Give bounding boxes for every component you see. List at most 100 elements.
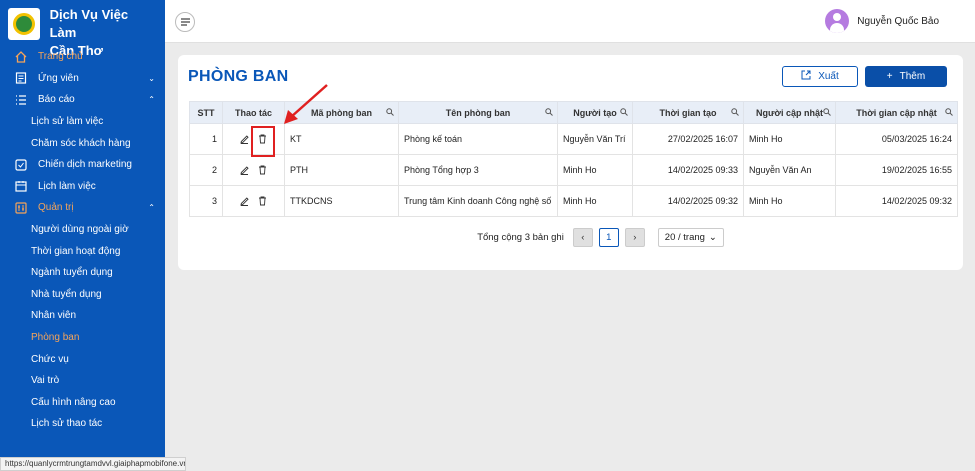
plus-icon: + [886,71,893,82]
sidebar-item-nguoi-dung-ngoai-gio[interactable]: Người dùng ngoài giờ [0,219,165,241]
table-cell: Minh Ho [743,123,836,155]
table-cell: 14/02/2025 09:32 [835,185,958,217]
page-1-button[interactable]: 1 [598,228,619,247]
chevron-down-icon: ⌄ [708,232,717,243]
chevron-left-icon: ‹ [581,232,585,243]
sidebar-item-label: Lịch làm việc [38,180,96,192]
sidebar-item-label: Lịch sử thao tác [31,418,103,430]
table-cell: Minh Ho [743,185,836,217]
sidebar-item-label: Chăm sóc khách hàng [31,137,131,149]
table-cell: Minh Ho [557,185,633,217]
table-cell: Phòng kế toán [398,123,558,155]
sidebar-item-ung-vien[interactable]: Ứng viên ⌄ [0,68,165,90]
chevron-right-icon: › [633,232,637,243]
sidebar-item-label: Trang chủ [38,51,83,63]
column-header: STT [189,101,223,124]
search-icon[interactable] [386,108,394,118]
table-cell: Minh Ho [557,154,633,186]
search-icon[interactable] [945,108,953,118]
user-menu[interactable]: Nguyễn Quốc Bảo [825,9,939,33]
table-row[interactable]: 3 TTKDCNS Trung tâm Kinh doanh Công nghệ s… [189,185,958,217]
edit-icon[interactable] [236,192,254,210]
annotation-arrow-icon [284,84,328,124]
next-page-button[interactable]: › [624,228,645,247]
sidebar-item-label: Ứng viên [38,72,79,84]
sidebar-item-vai-tro[interactable]: Vai trò [0,370,165,392]
list-icon [14,93,28,107]
sidebar-item-cau-hinh-nang-cao[interactable]: Cấu hình nâng cao [0,392,165,414]
sidebar-item-label: Chiến dịch marketing [38,159,132,171]
sidebar-item-phong-ban[interactable]: Phòng ban [0,327,165,349]
home-icon [14,50,28,64]
status-url: https://quanlycrmtrungtamdvvl.giaiphapmo… [0,457,186,471]
sidebar-item-label: Quản trị [38,202,74,214]
table-body: 1 KT Phòng kế toán Nguyễn Văn Trí 27/02/2025… [189,123,958,217]
page-size-select[interactable]: 20 / trang ⌄ [657,228,724,247]
delete-icon[interactable] [254,192,272,210]
delete-icon[interactable] [254,161,272,179]
marketing-icon [14,158,28,172]
column-header: Người cập nhật [743,101,836,124]
sidebar-item-label: Báo cáo [38,94,75,106]
prev-page-button[interactable]: ‹ [572,228,593,247]
sidebar-item-lich-lam-viec[interactable]: Lịch làm việc [0,176,165,198]
sidebar: Dịch Vụ Việc Làm Cần Thơ Trang chủ Ứng vi… [0,0,165,471]
table-cell: Nguyễn Văn Trí [557,123,633,155]
sidebar-item-chien-dich-marketing[interactable]: Chiến dịch marketing [0,154,165,176]
export-icon [801,70,811,83]
table-cell: 1 [189,123,223,155]
table-cell: Nguyễn Văn An [743,154,836,186]
sidebar-item-label: Phòng ban [31,332,80,344]
sidebar-item-bao-cao[interactable]: Báo cáo ⌃ [0,89,165,111]
sidebar-item-lich-su-lam-viec[interactable]: Lịch sử làm việc [0,111,165,133]
sidebar-item-label: Lịch sử làm việc [31,116,104,128]
user-name: Nguyễn Quốc Bảo [857,15,939,27]
table-cell: TTKDCNS [284,185,399,217]
search-icon[interactable] [620,108,628,118]
add-button[interactable]: + Thêm [865,66,947,87]
sidebar-item-lich-su-thao-tac[interactable]: Lịch sử thao tác [0,413,165,435]
column-header: Thao tác [222,101,285,124]
avatar [825,9,850,33]
column-header: Người tạo [557,101,633,124]
column-header: Thời gian cập nhật [835,101,958,124]
sidebar-nav: Trang chủ Ứng viên ⌄ Báo cáo ⌃ Lịch sử làm vi… [0,46,165,435]
brand[interactable]: Dịch Vụ Việc Làm Cần Thơ [0,0,165,58]
sidebar-item-thoi-gian-hoat-dong[interactable]: Thời gian hoạt động [0,240,165,262]
column-header: Tên phòng ban [398,101,558,124]
sidebar-item-label: Nhà tuyển dụng [31,288,102,300]
table-row[interactable]: 1 KT Phòng kế toán Nguyễn Văn Trí 27/02/2025… [189,123,958,155]
sidebar-item-nha-tuyen-dung[interactable]: Nhà tuyển dụng [0,284,165,306]
sidebar-item-chuc-vu[interactable]: Chức vụ [0,348,165,370]
sidebar-item-cham-soc-khach-hang[interactable]: Chăm sóc khách hàng [0,132,165,154]
table-cell: Phòng Tổng hợp 3 [398,154,558,186]
sidebar-item-nganh-tuyen-dung[interactable]: Ngành tuyển dụng [0,262,165,284]
table-row[interactable]: 2 PTH Phòng Tổng hợp 3 Minh Ho 14/02/2025 09… [189,154,958,186]
table-cell: Trung tâm Kinh doanh Công nghệ số [398,185,558,217]
chevron-up-icon: ⌃ [148,203,155,213]
pagination-total: Tổng cộng 3 bản ghi [477,232,564,243]
chevron-up-icon: ⌃ [148,95,155,105]
admin-icon [14,201,28,215]
export-button[interactable]: Xuất [782,66,858,87]
menu-toggle-button[interactable] [175,12,195,32]
sidebar-item-label: Ngành tuyển dụng [31,267,113,279]
table-cell: 19/02/2025 16:55 [835,154,958,186]
sidebar-item-label: Người dùng ngoài giờ [31,224,129,236]
sidebar-item-label: Thời gian hoạt động [31,245,121,257]
search-icon[interactable] [731,108,739,118]
table-cell: 2 [189,154,223,186]
logo [8,8,40,40]
table-cell: 27/02/2025 16:07 [632,123,744,155]
table-cell: 3 [189,185,223,217]
chevron-down-icon: ⌄ [148,73,155,83]
sidebar-item-nhan-vien[interactable]: Nhân viên [0,305,165,327]
sidebar-item-label: Cấu hình nâng cao [31,396,116,408]
search-icon[interactable] [545,108,553,118]
sidebar-item-quan-tri[interactable]: Quản trị ⌃ [0,197,165,219]
table-cell: 14/02/2025 09:32 [632,185,744,217]
search-icon[interactable] [823,108,831,118]
table-cell: 14/02/2025 09:33 [632,154,744,186]
page-title: PHÒNG BAN [188,68,289,85]
edit-icon[interactable] [236,161,254,179]
